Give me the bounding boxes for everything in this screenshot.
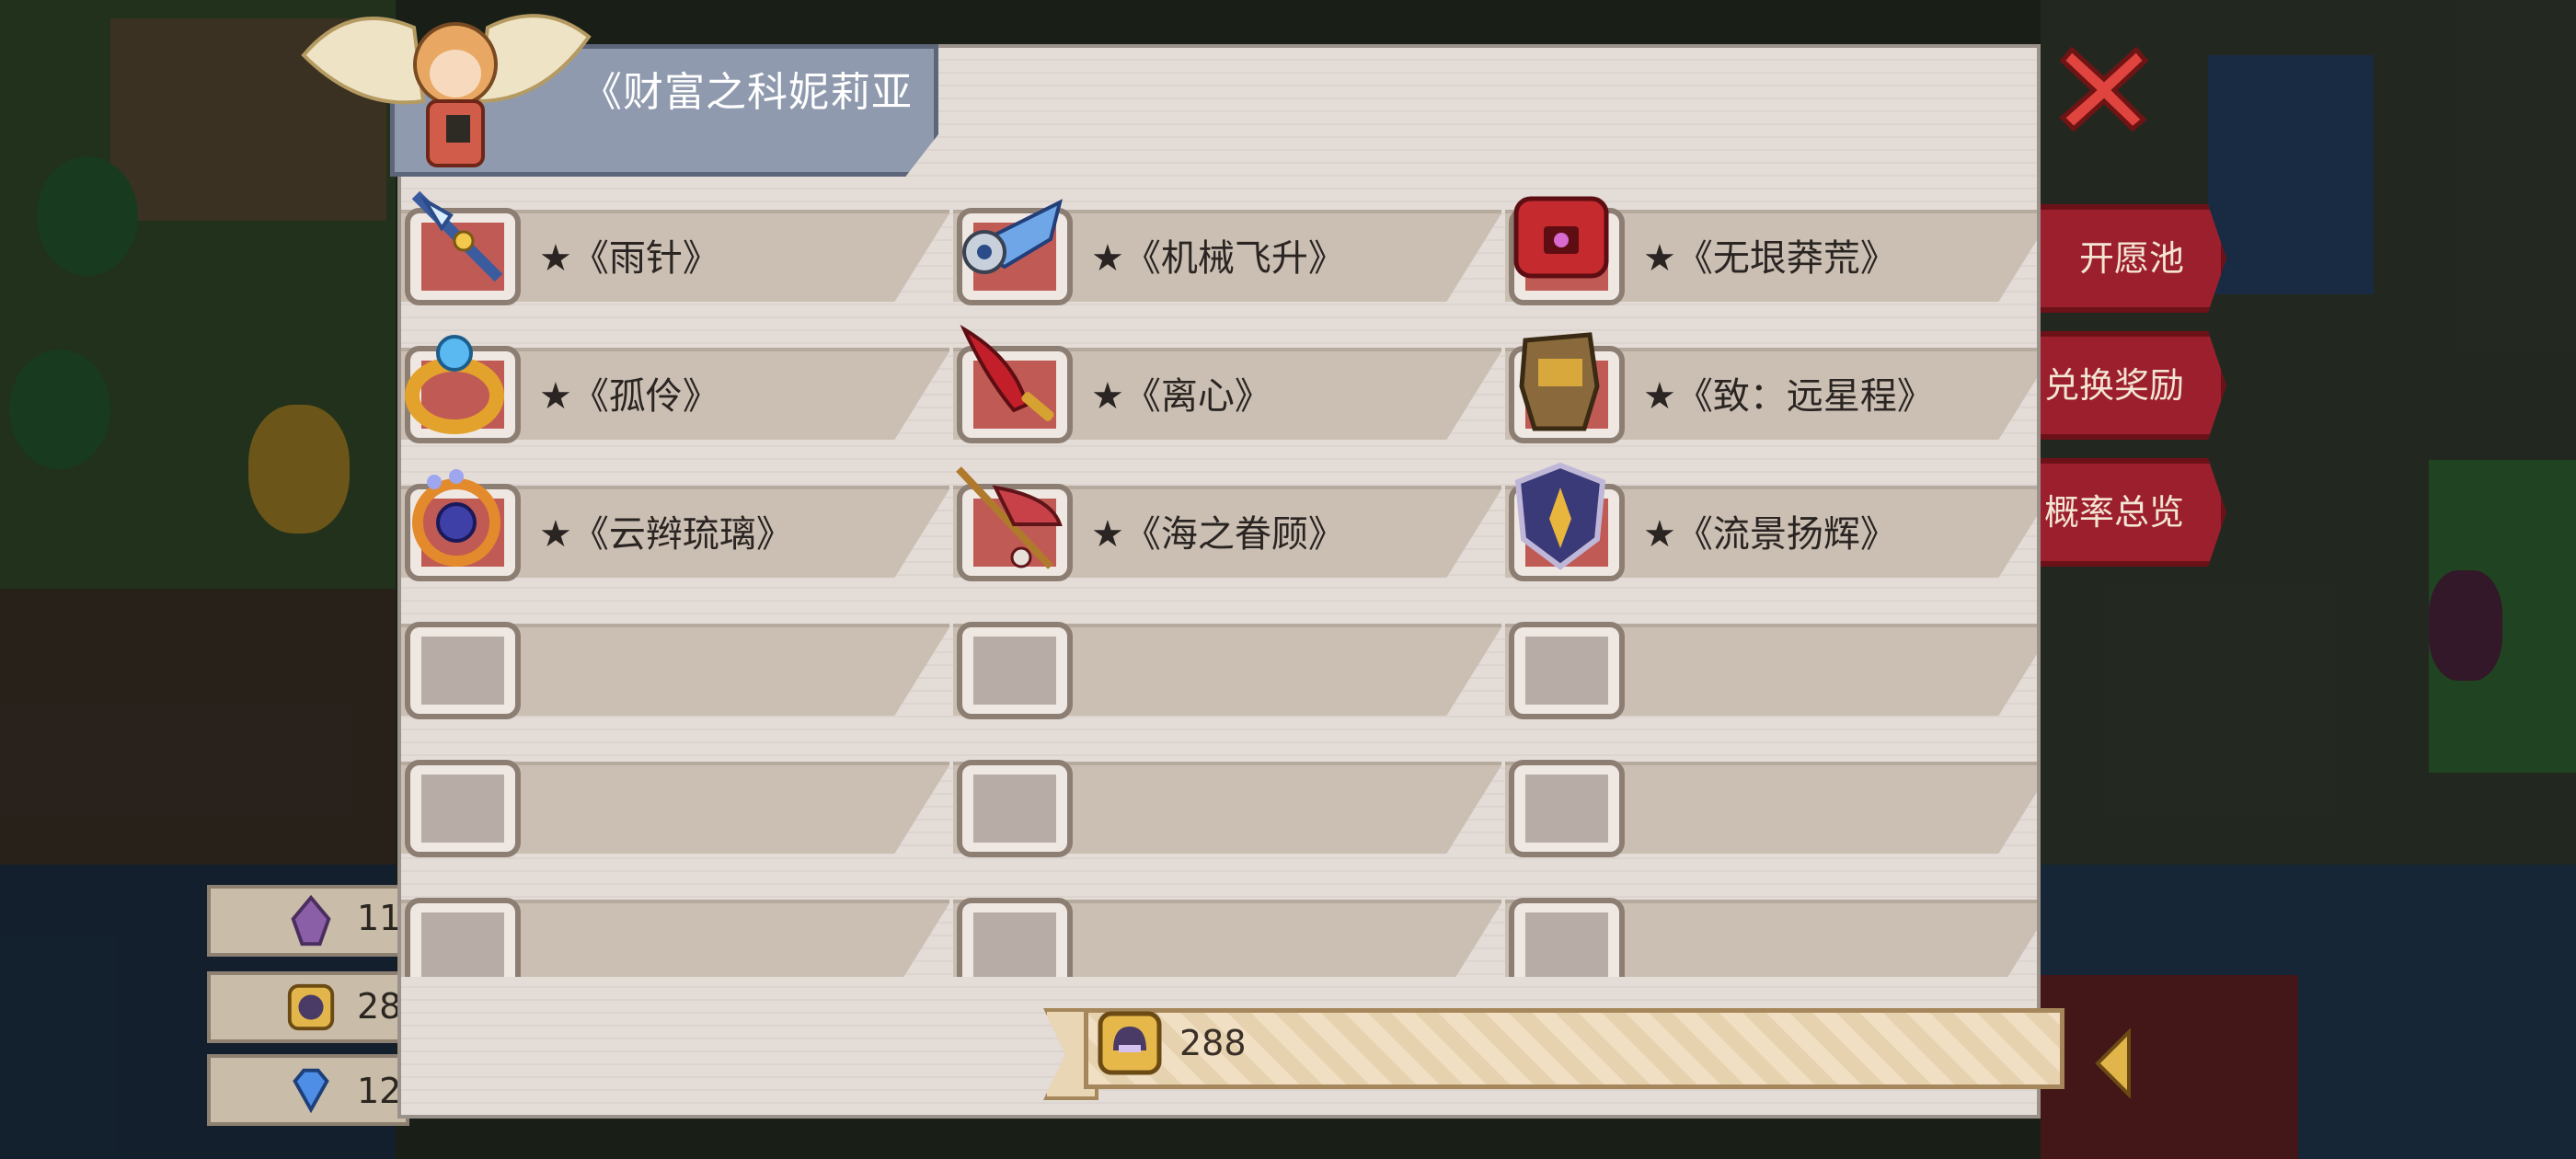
red-dagger-icon [960, 324, 1054, 421]
cost-value: 288 [1179, 1023, 1247, 1063]
item-slot[interactable]: ★《离心》 [953, 322, 1505, 443]
slot-frame [957, 622, 1073, 719]
slot-frame [957, 760, 1073, 857]
empty-slot[interactable] [401, 598, 953, 719]
mech-wing-icon [962, 199, 1063, 274]
item-label: ★《海之眷顾》 [1091, 513, 1345, 556]
item-label: ★《机械飞升》 [1091, 237, 1345, 280]
slot-frame [405, 898, 521, 977]
currency-value-token: 28 [357, 986, 402, 1027]
item-slot[interactable]: ★《孤伶》 [401, 322, 953, 443]
gem-circlet-icon [412, 469, 500, 567]
empty-slot[interactable] [401, 874, 953, 977]
empty-slot[interactable] [1505, 874, 2037, 977]
empty-slot[interactable] [1505, 598, 2037, 719]
item-slot[interactable]: ★《海之眷顾》 [953, 460, 1505, 581]
shield-emblem-icon [1514, 462, 1606, 570]
item-slot[interactable]: ★《无垠莽荒》 [1505, 184, 2037, 305]
empty-slot[interactable] [953, 736, 1505, 857]
item-label: ★《云辫琉璃》 [539, 513, 793, 556]
blue-diamond-icon [293, 1068, 329, 1114]
currency-value-crystal: 11 [357, 898, 402, 938]
red-belt-icon [1513, 196, 1609, 279]
panel-title: 《财富之科妮莉亚 [581, 69, 913, 116]
item-grid[interactable]: ★《雨针》 ★《机械飞升》 ★《无垠莽荒》 ★《孤伶》 ★《离心》 ★《致：远星… [401, 184, 2037, 977]
item-label: ★《离心》 [1091, 375, 1271, 418]
helmet-token-icon [287, 983, 335, 1031]
item-slot[interactable]: ★《云辫琉璃》 [401, 460, 953, 581]
slot-frame [1509, 760, 1625, 857]
slot-frame [1509, 622, 1625, 719]
item-slot[interactable]: ★《机械飞升》 [953, 184, 1505, 305]
slot-frame [957, 898, 1073, 977]
purple-crystal-icon [291, 894, 331, 947]
empty-slot[interactable] [401, 736, 953, 857]
slot-frame [405, 760, 521, 857]
item-label: ★《孤伶》 [539, 375, 719, 418]
empty-slot[interactable] [1505, 736, 2037, 857]
item-label: ★《流景扬辉》 [1643, 513, 1897, 556]
slot-frame [405, 622, 521, 719]
spear-icon [411, 190, 503, 282]
helmet-token-icon [1098, 1011, 1162, 1075]
close-icon[interactable] [2053, 37, 2155, 138]
item-label: ★《雨针》 [539, 237, 719, 280]
fishing-rod-icon [956, 466, 1063, 569]
gold-ring-icon [405, 335, 504, 434]
slot-frame [1509, 898, 1625, 977]
item-label: ★《致：远星程》 [1643, 375, 1934, 418]
item-slot[interactable]: ★《流景扬辉》 [1505, 460, 2037, 581]
item-slot[interactable]: ★《致：远星程》 [1505, 322, 2037, 443]
item-slot[interactable]: ★《雨针》 [401, 184, 953, 305]
chevron-left-icon[interactable] [2094, 1028, 2131, 1098]
empty-slot[interactable] [953, 598, 1505, 719]
gauntlet-icon [1519, 332, 1600, 431]
item-label: ★《无垠莽荒》 [1643, 237, 1897, 280]
empty-slot[interactable] [953, 874, 1505, 977]
character-avatar [301, 14, 592, 167]
currency-value-diamond: 12 [357, 1071, 402, 1111]
